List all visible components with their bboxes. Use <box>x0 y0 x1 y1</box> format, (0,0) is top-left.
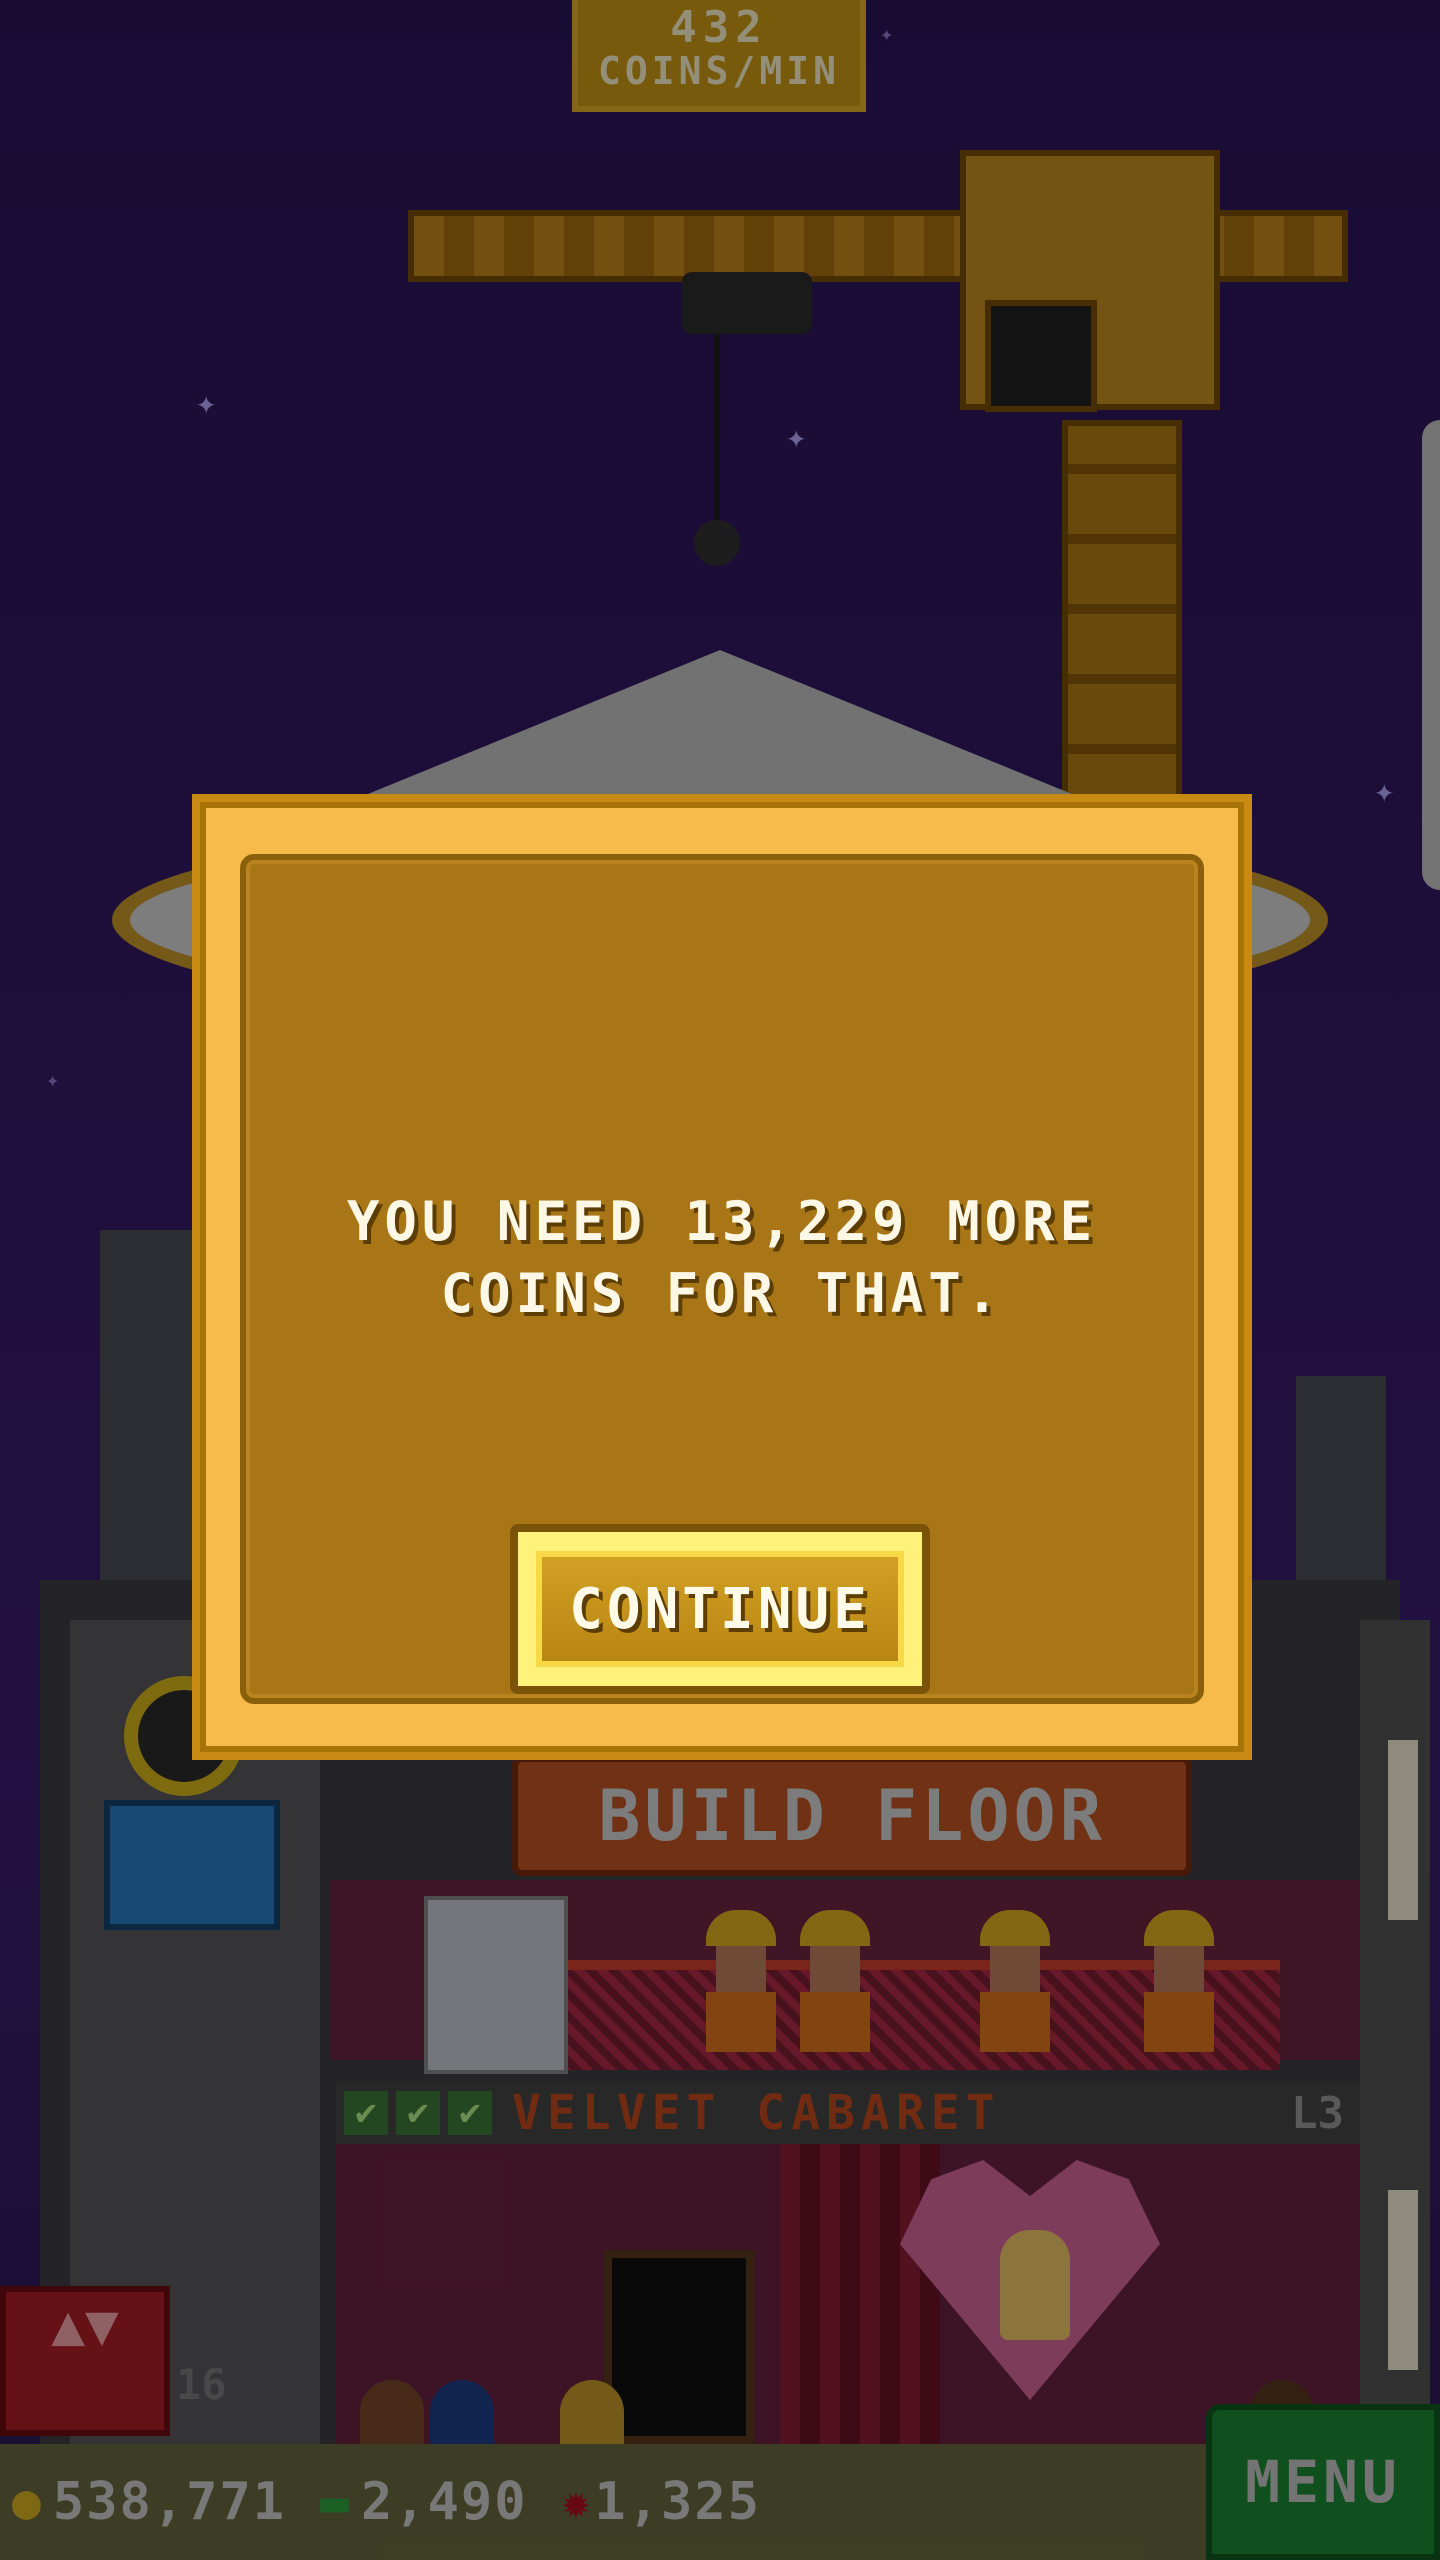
dialog-message-line: COINS FOR THAT. <box>440 1262 1004 1325</box>
dialog-message: YOU NEED 13,229 MORE COINS FOR THAT. <box>246 1186 1198 1330</box>
dialog-message-line: YOU NEED 13,229 MORE <box>346 1190 1098 1253</box>
continue-button-label: CONTINUE <box>536 1551 904 1667</box>
continue-button[interactable]: CONTINUE <box>510 1524 930 1694</box>
